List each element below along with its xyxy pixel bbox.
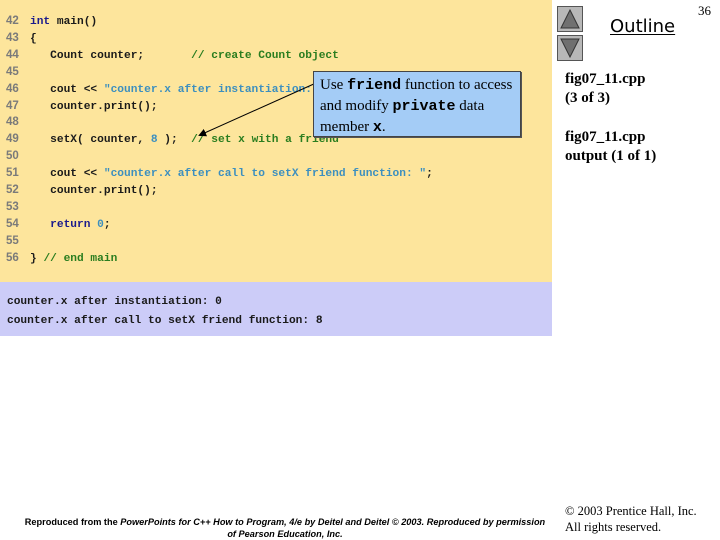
code-line: 47 counter.print(); — [0, 98, 158, 115]
line-number: 45 — [6, 65, 19, 78]
line-number: 55 — [6, 234, 19, 247]
code-line: 53 — [0, 199, 30, 216]
code-line: 46 cout << "counter.x after instantiatio… — [0, 81, 332, 98]
code-token: return — [50, 218, 91, 231]
code-token: "counter.x after call to setX friend fun… — [103, 168, 427, 181]
line-number: 51 — [6, 167, 19, 180]
line-number: 46 — [6, 82, 19, 95]
slide-number: 36 — [698, 3, 711, 18]
output-line: counter.x after instantiation: 0 — [7, 296, 222, 308]
code-token: cout << — [30, 83, 104, 96]
line-number: 44 — [6, 48, 19, 61]
callout-text: . — [381, 119, 386, 135]
line-number: 48 — [6, 116, 19, 129]
file-name: fig07_11.cpp — [565, 129, 646, 145]
copyright-line: All rights reserved. — [565, 520, 662, 534]
code-line: 49 setX( counter, 8 ); // set x with a f… — [0, 131, 339, 148]
copyright-line: © 2003 Prentice Hall, Inc. — [565, 504, 697, 518]
code-line: 51 cout << "counter.x after call to setX… — [0, 165, 433, 182]
callout-code: x — [372, 119, 382, 136]
code-token: cout << — [30, 168, 104, 181]
callout-text: Use — [320, 77, 348, 93]
code-line: 42 int main() — [0, 13, 97, 30]
line-number: 47 — [6, 99, 19, 112]
line-number: 54 — [6, 217, 19, 230]
previous-slide-button[interactable] — [557, 6, 583, 32]
code-line: 45 — [0, 64, 30, 81]
footer-italic-text: PowerPoints for C++ How to Program, 4/e … — [120, 517, 546, 539]
line-number: 42 — [6, 15, 19, 27]
line-number: 49 — [6, 133, 19, 146]
file-part: (3 of 3) — [565, 90, 610, 106]
line-number: 50 — [6, 150, 19, 163]
code-token: 0 — [97, 218, 104, 231]
code-line: 48 — [0, 114, 30, 131]
callout-box: Use friend function to access and modify… — [313, 71, 521, 137]
code-token: int — [30, 16, 51, 28]
code-line: 43 { — [0, 30, 37, 47]
code-line: 56} // end main — [0, 250, 117, 267]
outline-link[interactable]: Outline — [610, 16, 675, 37]
code-token: Count counter; — [30, 49, 192, 62]
code-token: counter.print(); — [30, 185, 158, 197]
code-token: main() — [50, 16, 98, 28]
line-number: 56 — [6, 251, 19, 264]
code-token: "counter.x after instantiation: " — [103, 83, 326, 96]
next-slide-button[interactable] — [557, 35, 583, 61]
callout-code: private — [392, 98, 456, 115]
code-token: ); — [157, 134, 192, 147]
file-part: output (1 of 1) — [565, 148, 657, 164]
code-line: 55 — [0, 233, 30, 250]
code-token: // end main — [43, 252, 118, 265]
code-panel: 42 int main() 43 {44 Count counter; // crea… — [0, 0, 552, 282]
footer-text: Reproduced from the — [24, 517, 121, 527]
footer-credit: Reproduced from the PowerPoints for C++ … — [20, 516, 550, 540]
triangle-down-icon — [560, 38, 580, 58]
code-token: setX( counter, — [30, 134, 151, 147]
code-line: 52 counter.print(); — [0, 182, 158, 199]
code-token: ; — [103, 218, 111, 231]
file-name: fig07_11.cpp — [565, 71, 646, 87]
code-token: ; — [426, 168, 433, 181]
code-token: 8 — [150, 134, 158, 147]
code-token: } — [30, 252, 44, 265]
line-number: 52 — [6, 184, 19, 196]
copyright: © 2003 Prentice Hall, Inc. All rights re… — [565, 503, 697, 535]
code-line: 44 Count counter; // create Count object — [0, 47, 339, 64]
line-number: 43 — [6, 31, 19, 44]
callout-code: friend — [347, 77, 402, 94]
code-token: // create Count object — [191, 49, 339, 62]
line-number: 53 — [6, 200, 19, 213]
code-line: 50 — [0, 148, 30, 165]
code-line: 54 return 0; — [0, 216, 111, 233]
output-panel: counter.x after instantiation: 0 counter… — [0, 282, 552, 336]
triangle-up-icon — [560, 9, 580, 29]
code-token: { — [30, 32, 37, 45]
output-line: counter.x after call to setX friend func… — [7, 315, 323, 327]
code-token: counter.print(); — [30, 100, 158, 113]
